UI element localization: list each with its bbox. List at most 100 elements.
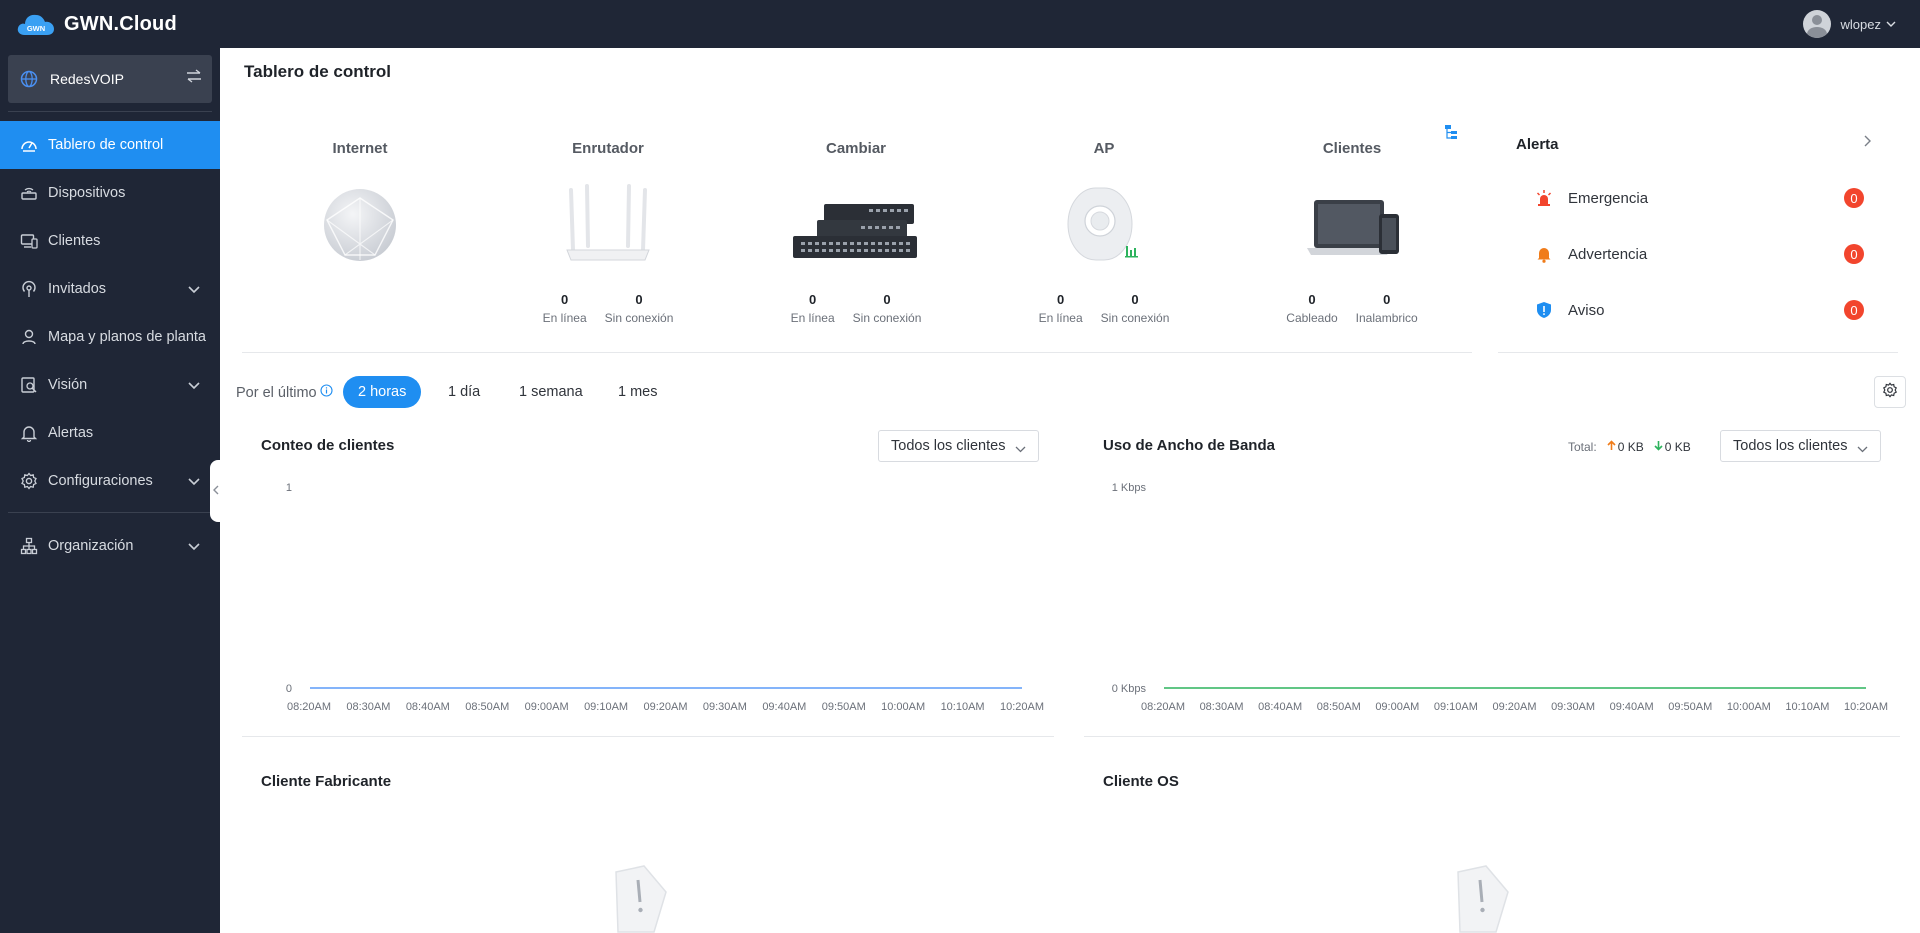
sidebar-item-map[interactable]: Mapa y planos de planta — [0, 313, 220, 361]
sidebar-item-devices[interactable]: Dispositivos — [0, 169, 220, 217]
stat-online[interactable]: 0 En línea — [543, 292, 587, 325]
y-tick-label: 1 Kbps — [1112, 482, 1147, 494]
chevron-down-icon — [1015, 441, 1026, 457]
stat-value: 0 — [561, 292, 569, 307]
alert-count-badge: 0 — [1844, 244, 1864, 264]
bandwidth-chart: 1 Kbps 0 Kbps 08:20AM 08:30AM 08:40AM 08:50AM… — [1112, 482, 1888, 713]
chevron-down-icon — [1857, 441, 1868, 457]
bandwidth-filter[interactable]: Todos los clientes — [1720, 430, 1881, 462]
device-title: Clientes — [1322, 140, 1382, 157]
stat-offline[interactable]: 0 Sin conexión — [1101, 292, 1170, 325]
x-tick-label: 09:50AM — [1668, 701, 1712, 713]
top-bar: GWN GWN.Cloud wlopez — [0, 0, 1920, 48]
sidebar-item-organization[interactable]: Organización — [0, 522, 220, 570]
x-tick-label: 10:20AM — [1844, 701, 1888, 713]
x-tick-label: 09:10AM — [584, 701, 628, 713]
stat-online[interactable]: 0 En línea — [1039, 292, 1083, 325]
divider — [242, 736, 1054, 737]
chart-settings-button[interactable] — [1874, 376, 1906, 408]
x-tick-label: 09:40AM — [762, 701, 806, 713]
chevron-right-icon[interactable] — [1864, 134, 1872, 152]
alert-notice[interactable]: Aviso 0 — [1534, 298, 1864, 322]
x-tick-label: 09:00AM — [525, 701, 569, 713]
insight-icon — [19, 375, 39, 395]
arrow-down-icon — [1654, 440, 1663, 454]
stat-value: 0 — [1383, 292, 1391, 307]
network-selector[interactable]: RedesVOIP — [8, 55, 212, 103]
time-filter-text: Por el último — [236, 384, 317, 401]
sidebar-item-label: Alertas — [48, 425, 94, 441]
chevron-down-icon — [188, 378, 200, 394]
client-count-title: Conteo de clientes — [261, 437, 395, 454]
device-switch[interactable]: Cambiar 0 En línea 0 Sin conexión — [731, 140, 981, 325]
alert-emergency[interactable]: Emergencia 0 — [1534, 186, 1864, 210]
x-tick-label: 09:20AM — [643, 701, 687, 713]
x-tick-label: 10:00AM — [1727, 701, 1771, 713]
topology-icon[interactable] — [1443, 124, 1459, 145]
stat-value: 0 — [1057, 292, 1065, 307]
client-count-filter[interactable]: Todos los clientes — [878, 430, 1039, 462]
stat-offline[interactable]: 0 Sin conexión — [853, 292, 922, 325]
bandwidth-total: Total: 0 KB 0 KB — [1568, 440, 1691, 454]
map-icon — [19, 327, 39, 347]
sidebar-item-settings[interactable]: Configuraciones — [0, 457, 220, 505]
bell-icon — [19, 423, 39, 443]
stat-label: Sin conexión — [852, 311, 922, 325]
network-name: RedesVOIP — [50, 71, 124, 87]
stat-value: 0 — [1308, 292, 1316, 307]
sidebar-item-guests[interactable]: Invitados — [0, 265, 220, 313]
sidebar-item-label: Tablero de control — [48, 137, 164, 153]
globe-icon — [20, 70, 38, 88]
swap-icon[interactable] — [186, 69, 202, 88]
x-tick-label: 09:40AM — [1610, 701, 1654, 713]
sidebar-item-dashboard[interactable]: Tablero de control — [0, 121, 220, 169]
x-tick-label: 09:10AM — [1434, 701, 1478, 713]
sidebar-item-label: Configuraciones — [48, 473, 153, 489]
x-tick-label: 09:50AM — [822, 701, 866, 713]
sidebar-item-label: Clientes — [48, 233, 101, 249]
stat-label: En línea — [1038, 311, 1083, 325]
stat-online[interactable]: 0 En línea — [791, 292, 835, 325]
time-option-1w[interactable]: 1 semana — [504, 376, 598, 408]
alert-count-badge: 0 — [1844, 188, 1864, 208]
globe-device-icon — [235, 180, 485, 270]
stat-offline[interactable]: 0 Sin conexión — [605, 292, 674, 325]
empty-data-icon — [1446, 862, 1516, 933]
alert-label: Aviso — [1568, 301, 1605, 319]
stat-wireless[interactable]: 0 Inalambrico — [1356, 292, 1418, 325]
user-menu[interactable]: wlopez — [1802, 10, 1896, 38]
divider — [242, 352, 1472, 353]
stat-wired[interactable]: 0 Cableado — [1286, 292, 1337, 325]
device-title: Cambiar — [825, 140, 887, 157]
total-label: Total: — [1568, 440, 1597, 454]
device-title: AP — [1093, 140, 1115, 157]
alert-warning[interactable]: Advertencia 0 — [1534, 242, 1864, 266]
time-option-2h[interactable]: 2 horas — [343, 376, 422, 408]
alert-label: Emergencia — [1568, 189, 1649, 207]
alert-count-badge: 0 — [1844, 300, 1864, 320]
upload-total: 0 KB — [1617, 440, 1644, 454]
arrow-up-icon — [1607, 440, 1616, 454]
brand[interactable]: GWN GWN.Cloud — [0, 11, 177, 37]
x-tick-label: 08:30AM — [1200, 701, 1244, 713]
device-ap[interactable]: AP 0 En línea 0 Sin conexión — [979, 140, 1229, 325]
info-icon[interactable] — [320, 384, 333, 401]
logo-text: GWN — [27, 24, 45, 33]
brand-name: GWN.Cloud — [64, 12, 177, 35]
time-option-1d[interactable]: 1 día — [433, 376, 495, 408]
x-tick-label: 10:20AM — [1000, 701, 1044, 713]
divider — [1498, 352, 1898, 353]
sidebar-collapse-handle[interactable] — [210, 460, 222, 522]
gear-icon — [19, 471, 39, 491]
sidebar-item-insight[interactable]: Visión — [0, 361, 220, 409]
y-tick-label: 1 — [286, 482, 292, 494]
switch-device-icon — [731, 180, 981, 270]
sidebar-item-clients[interactable]: Clientes — [0, 217, 220, 265]
device-internet[interactable]: Internet — [235, 140, 485, 261]
x-tick-label: 09:20AM — [1492, 701, 1536, 713]
time-option-1m[interactable]: 1 mes — [603, 376, 673, 408]
sidebar-item-alerts[interactable]: Alertas — [0, 409, 220, 457]
device-clients[interactable]: Clientes 0 Cableado 0 Inalambrico — [1227, 140, 1477, 325]
device-router[interactable]: Enrutador 0 En línea 0 Sin conexión — [483, 140, 733, 325]
chevron-down-icon — [188, 282, 200, 298]
